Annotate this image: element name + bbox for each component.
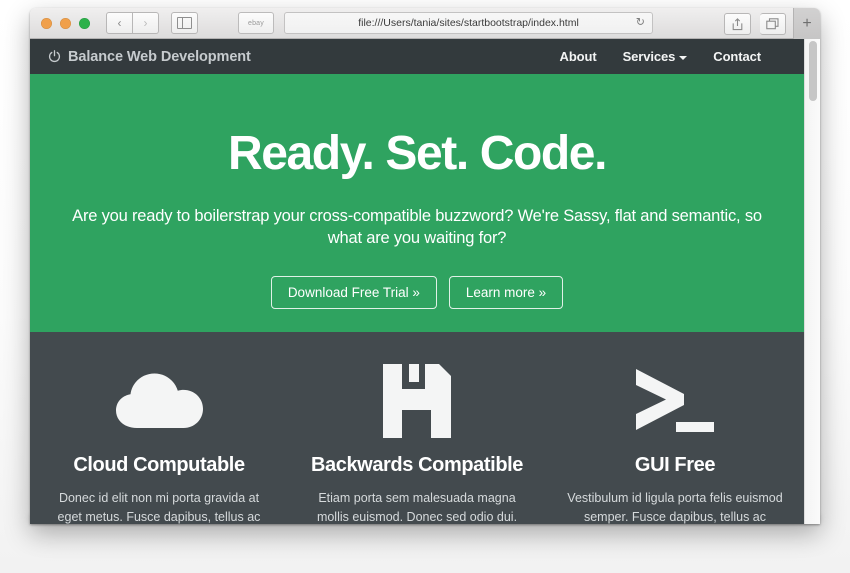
hero-lead-text: Are you ready to boilerstrap your cross-… [72,207,762,248]
feature-title: GUI Free [634,454,716,476]
power-icon [48,50,61,63]
chevron-down-icon [679,55,688,60]
nav-item-about[interactable]: About [560,49,597,64]
cloud-icon [116,373,203,428]
feature-body: Etiam porta sem malesuada magna mollis e… [316,491,518,524]
nav-item-about-label: About [559,49,597,64]
new-tab-button[interactable]: + [793,8,820,39]
hero-section: Ready. Set. Code. Are you ready to boile… [30,76,804,332]
feature-card-cloud-computable: Cloud Computable Donec id elit non mi po… [30,358,288,524]
nav-item-services-label: Services [622,49,676,64]
bookmark-ebay-button[interactable]: ebay [238,12,274,34]
nav-item-contact-label: Contact [713,49,761,64]
feature-body: Vestibulum id ligula porta felis euismod… [567,491,783,524]
minimize-window-button[interactable] [60,17,71,29]
feature-card-backwards-compatible: Backwards Compatible Etiam porta sem mal… [288,358,546,524]
feature-icon-wrapper [48,358,270,444]
nav-links: About Services Contact [560,49,786,64]
forward-button[interactable]: › [133,12,159,34]
back-chevron-icon: ‹ [117,16,122,30]
nav-item-services[interactable]: Services [623,49,688,64]
feature-icon-wrapper [306,358,528,444]
feature-body: Donec id elit non mi porta gravida at eg… [57,491,261,524]
nav-item-contact[interactable]: Contact [713,49,761,64]
sidebar-icon [177,17,192,29]
scrollbar-thumb[interactable] [809,41,817,101]
learn-more-button[interactable]: Learn more » [448,275,564,310]
reload-icon[interactable]: ↻ [636,17,645,29]
brand-link[interactable]: Balance Web Development [48,49,251,65]
browser-toolbar: ‹ › ebay file:///Users/tania/sites/start… [30,8,820,39]
address-bar[interactable]: file:///Users/tania/sites/startbootstrap… [284,12,653,34]
site-navbar: Balance Web Development About Services C… [30,39,804,76]
traffic-lights [30,17,90,29]
feature-card-gui-free: GUI Free Vestibulum id ligula porta feli… [546,358,804,524]
share-button[interactable] [724,13,751,35]
zoom-window-button[interactable] [79,17,90,29]
toolbar-right-buttons [724,13,786,35]
web-page: Balance Web Development About Services C… [30,39,804,524]
forward-chevron-icon: › [143,16,148,30]
features-section: Cloud Computable Donec id elit non mi po… [30,332,804,524]
tabs-icon [766,18,779,30]
browser-window: ‹ › ebay file:///Users/tania/sites/start… [30,8,820,524]
address-bar-url: file:///Users/tania/sites/startbootstrap… [358,17,579,29]
floppy-disk-icon [383,364,451,438]
back-button[interactable]: ‹ [106,12,133,34]
share-icon [732,17,743,30]
show-tabs-button[interactable] [760,13,786,35]
page-viewport: Balance Web Development About Services C… [30,39,820,524]
feature-title: Cloud Computable [73,454,245,476]
terminal-icon [636,369,714,432]
hero-buttons: Download Free Trial » Learn more » [30,275,804,310]
close-window-button[interactable] [41,17,52,29]
feature-icon-wrapper [564,358,786,444]
download-free-trial-button[interactable]: Download Free Trial » [270,275,437,310]
navigation-buttons: ‹ › [106,12,159,34]
hero-heading: Ready. Set. Code. [227,127,607,180]
toggle-sidebar-button[interactable] [171,12,198,34]
bookmark-ebay-label: ebay [248,19,264,27]
feature-title: Backwards Compatible [310,454,524,476]
new-tab-plus-icon: + [802,14,812,32]
brand-label: Balance Web Development [68,48,251,65]
vertical-scrollbar[interactable] [804,39,820,524]
